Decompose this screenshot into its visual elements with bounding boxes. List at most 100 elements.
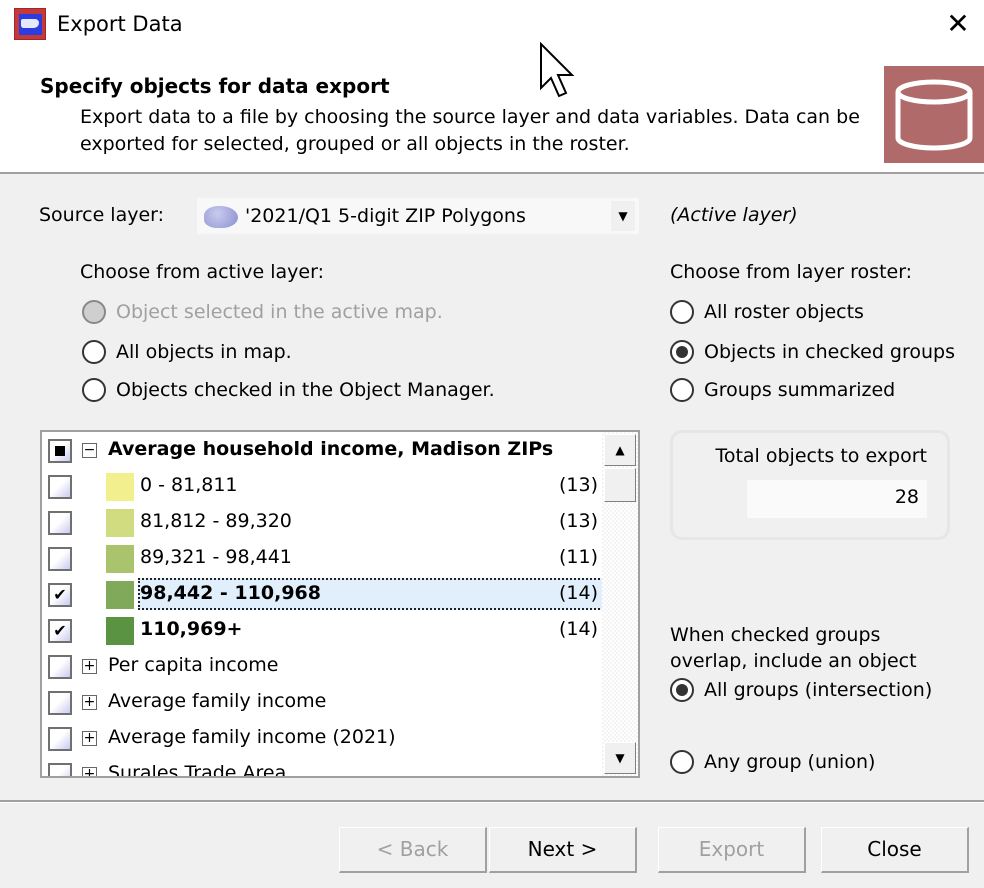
- radio-label: Groups summarized: [704, 379, 896, 401]
- color-swatch: [106, 473, 134, 501]
- export-button[interactable]: Export: [658, 827, 806, 873]
- group-row[interactable]: + Surales Trade Area: [42, 756, 612, 778]
- range-row-focused[interactable]: ✔ 98,442 - 110,968 (14): [42, 576, 612, 612]
- active-layer-heading: Choose from active layer:: [80, 261, 324, 283]
- active-layer-note: (Active layer): [670, 204, 798, 226]
- radio-label: Object selected in the active map.: [116, 301, 443, 323]
- scroll-thumb[interactable]: [604, 468, 636, 502]
- radio-indicator: [670, 300, 694, 324]
- range-count: (14): [558, 618, 598, 640]
- group-label: Per capita income: [108, 654, 279, 676]
- group-checkbox[interactable]: [48, 727, 72, 751]
- radio-indicator: [670, 750, 694, 774]
- range-checkbox[interactable]: [48, 511, 72, 535]
- range-row[interactable]: 89,321 - 98,441 (11): [42, 540, 612, 576]
- radio-indicator: [82, 300, 106, 324]
- vertical-scrollbar[interactable]: ▲ ▼: [602, 432, 638, 776]
- group-row[interactable]: + Average family income (2021): [42, 720, 612, 756]
- range-checkbox[interactable]: [48, 475, 72, 499]
- roster-heading: Choose from layer roster:: [670, 261, 913, 283]
- overlap-heading-line2: overlap, include an object: [670, 650, 917, 672]
- expand-icon[interactable]: +: [82, 695, 97, 710]
- group-label: Surales Trade Area: [108, 762, 287, 778]
- database-icon: [884, 66, 984, 163]
- range-checkbox[interactable]: ✔: [48, 583, 72, 607]
- expand-icon[interactable]: +: [82, 767, 97, 776]
- radio-objects-in-checked-groups[interactable]: Objects in checked groups: [670, 340, 955, 364]
- group-label: Average family income (2021): [108, 726, 396, 748]
- back-button[interactable]: < Back: [339, 827, 487, 873]
- expand-icon[interactable]: +: [82, 731, 97, 746]
- radio-object-selected[interactable]: Object selected in the active map.: [82, 300, 443, 324]
- source-layer-value: '2021/Q1 5-digit ZIP Polygons: [245, 205, 526, 227]
- us-map-app-icon: [14, 8, 46, 40]
- radio-indicator: [82, 340, 106, 364]
- root-checkbox[interactable]: [48, 439, 72, 463]
- source-layer-dropdown[interactable]: '2021/Q1 5-digit ZIP Polygons ▼: [196, 197, 640, 235]
- radio-indicator: [670, 678, 694, 702]
- radio-indicator: [82, 378, 106, 402]
- range-count: (11): [558, 546, 598, 568]
- chevron-down-icon[interactable]: ▼: [611, 201, 635, 231]
- scroll-up-button[interactable]: ▲: [604, 434, 636, 466]
- source-layer-label: Source layer:: [39, 204, 165, 226]
- title-bar: Export Data ✕: [0, 0, 984, 52]
- total-objects-panel: Total objects to export 28: [670, 430, 950, 540]
- group-row[interactable]: + Per capita income: [42, 648, 612, 684]
- range-row[interactable]: 81,812 - 89,320 (13): [42, 504, 612, 540]
- range-row[interactable]: ✔ 110,969+ (14): [42, 612, 612, 648]
- radio-label: All roster objects: [704, 301, 864, 323]
- overlap-heading-line1: When checked groups: [670, 624, 881, 646]
- total-objects-value: 28: [747, 480, 927, 518]
- wizard-header: Specify objects for data export Export d…: [0, 52, 984, 174]
- tree-root-row[interactable]: − Average household income, Madison ZIPs: [42, 432, 612, 468]
- header-description: Export data to a file by choosing the so…: [80, 106, 860, 155]
- radio-groups-summarized[interactable]: Groups summarized: [670, 378, 895, 402]
- color-swatch: [106, 545, 134, 573]
- footer-divider: [0, 800, 984, 803]
- radio-label: All groups (intersection): [704, 679, 933, 701]
- range-count: (13): [558, 510, 598, 532]
- window-title: Export Data: [57, 12, 183, 36]
- radio-all-roster-objects[interactable]: All roster objects: [670, 300, 864, 324]
- range-label: 98,442 - 110,968: [140, 582, 321, 604]
- close-window-button[interactable]: ✕: [940, 6, 976, 42]
- root-label: Average household income, Madison ZIPs: [108, 438, 554, 460]
- radio-label: Objects checked in the Object Manager.: [116, 379, 495, 401]
- scroll-down-button[interactable]: ▼: [604, 742, 636, 774]
- radio-all-groups-intersection[interactable]: All groups (intersection): [670, 678, 932, 702]
- range-count: (14): [558, 582, 598, 604]
- group-checkbox[interactable]: [48, 691, 72, 715]
- header-title: Specify objects for data export: [40, 74, 390, 98]
- group-label: Average family income: [108, 690, 327, 712]
- polygon-layer-icon: [204, 206, 238, 228]
- radio-indicator: [670, 378, 694, 402]
- group-tree-list[interactable]: − Average household income, Madison ZIPs…: [40, 430, 640, 778]
- radio-indicator: [670, 340, 694, 364]
- range-row[interactable]: 0 - 81,811 (13): [42, 468, 612, 504]
- next-button[interactable]: Next >: [489, 827, 637, 873]
- radio-all-objects-in-map[interactable]: All objects in map.: [82, 340, 292, 364]
- color-swatch: [106, 509, 134, 537]
- color-swatch: [106, 581, 134, 609]
- range-label: 0 - 81,811: [140, 474, 238, 496]
- color-swatch: [106, 617, 134, 645]
- group-checkbox[interactable]: [48, 763, 72, 776]
- radio-label: All objects in map.: [116, 341, 292, 363]
- collapse-icon[interactable]: −: [82, 443, 97, 458]
- range-checkbox[interactable]: ✔: [48, 619, 72, 643]
- group-row[interactable]: + Average family income: [42, 684, 612, 720]
- total-objects-label: Total objects to export: [715, 445, 927, 467]
- range-label: 110,969+: [140, 618, 243, 640]
- radio-objects-checked-object-manager[interactable]: Objects checked in the Object Manager.: [82, 378, 495, 402]
- radio-label: Objects in checked groups: [704, 341, 955, 363]
- range-label: 89,321 - 98,441: [140, 546, 292, 568]
- range-checkbox[interactable]: [48, 547, 72, 571]
- radio-label: Any group (union): [704, 751, 876, 773]
- range-label: 81,812 - 89,320: [140, 510, 292, 532]
- close-button[interactable]: Close: [821, 827, 969, 873]
- range-count: (13): [558, 474, 598, 496]
- expand-icon[interactable]: +: [82, 659, 97, 674]
- radio-any-group-union[interactable]: Any group (union): [670, 750, 875, 774]
- group-checkbox[interactable]: [48, 655, 72, 679]
